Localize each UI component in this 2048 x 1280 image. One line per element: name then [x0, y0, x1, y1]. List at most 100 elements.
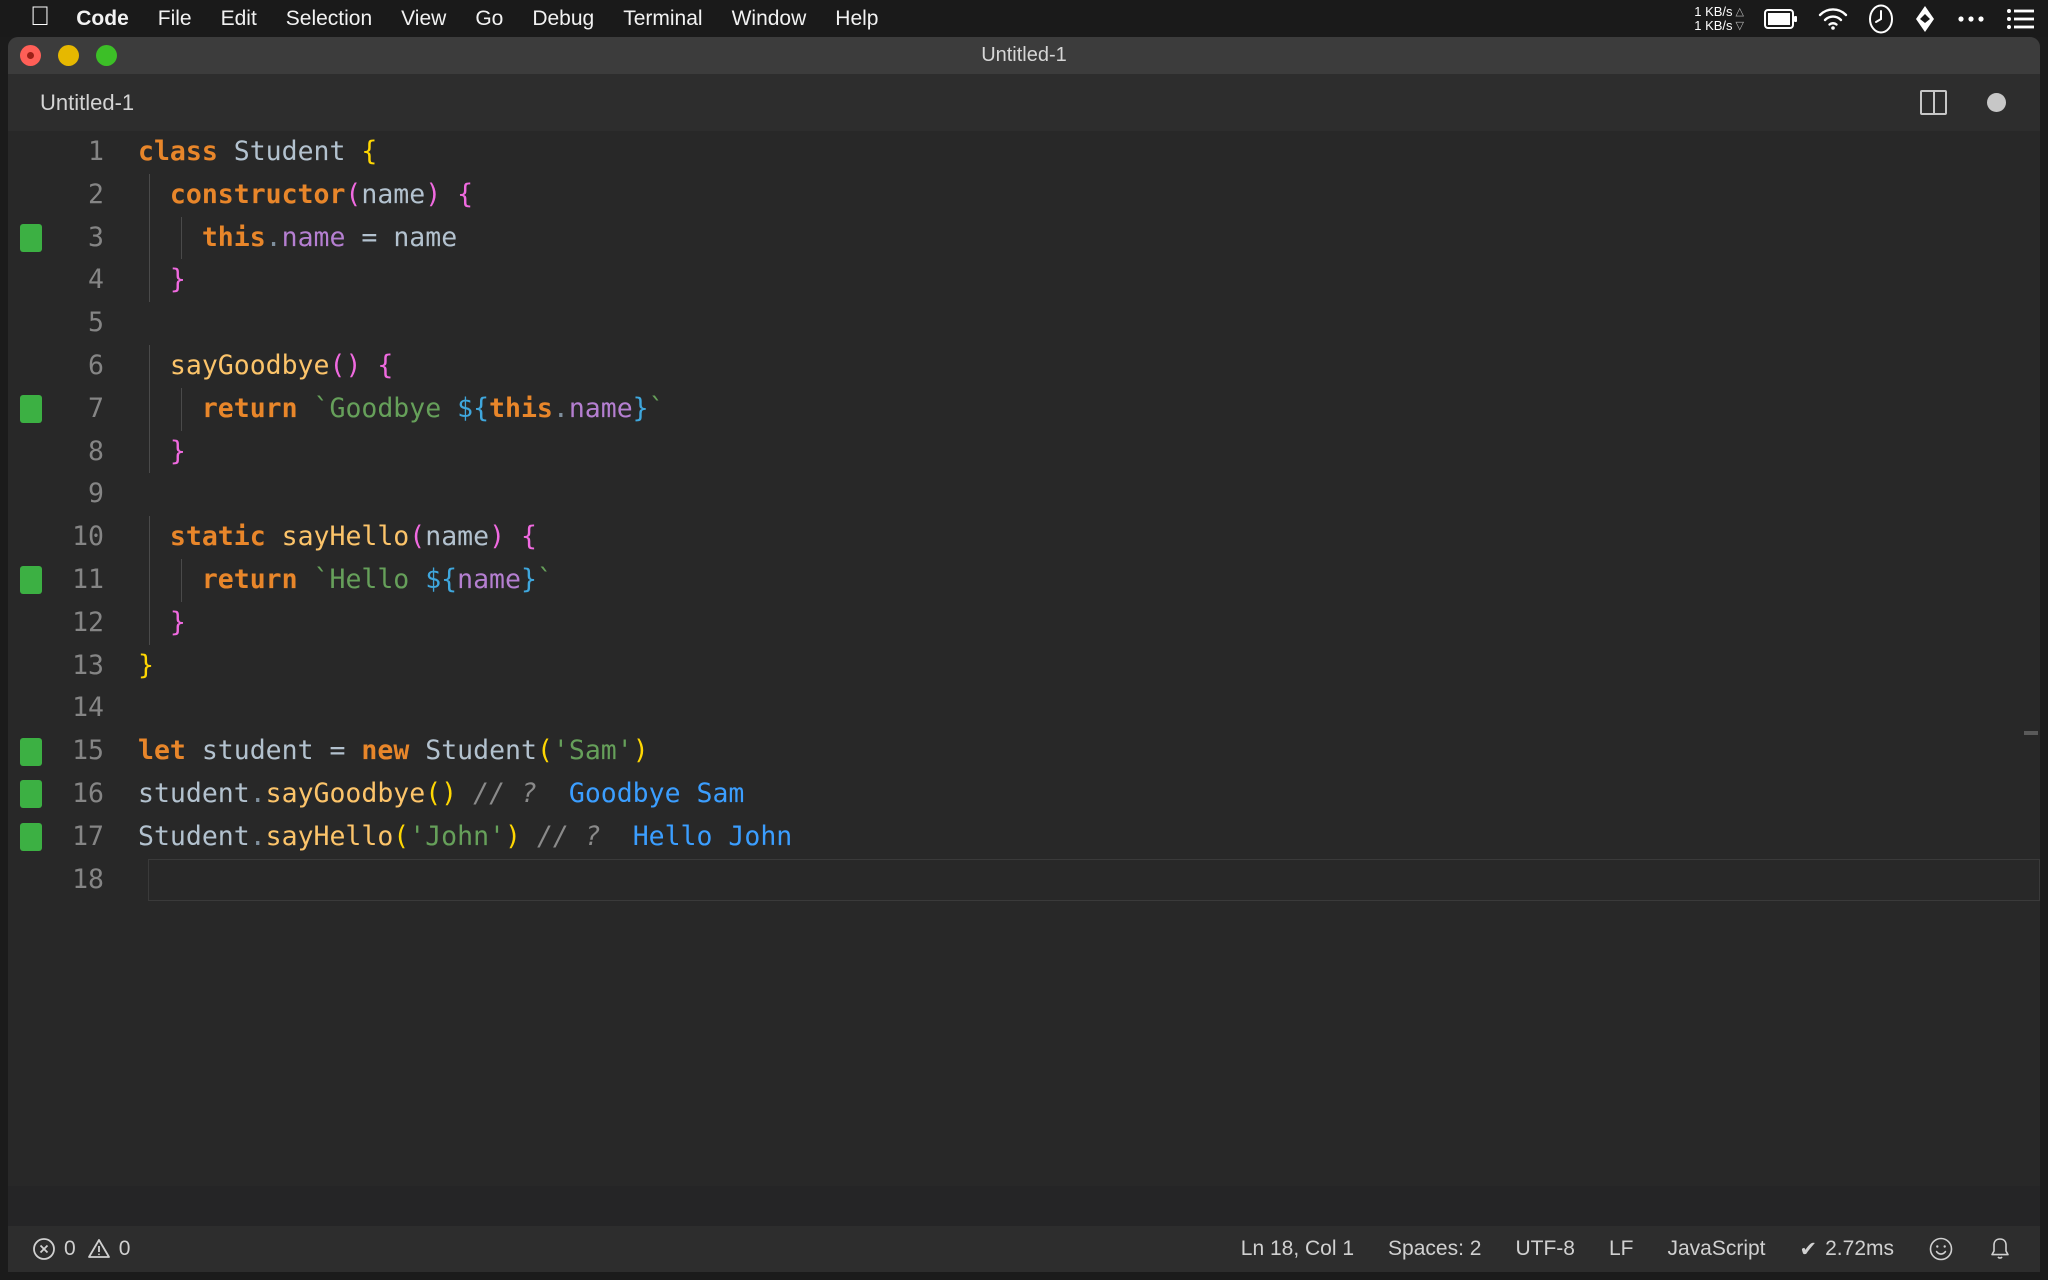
code-token: {: [457, 178, 474, 210]
code-line[interactable]: 10 static sayHello(name) {: [8, 516, 2040, 559]
status-errors[interactable]: 0: [32, 1237, 76, 1261]
menu-item-terminal[interactable]: Terminal: [623, 7, 702, 31]
smiley-icon[interactable]: [1928, 1236, 1954, 1262]
code-line[interactable]: 16 student.sayGoodbye() // ? Goodbye Sam: [8, 773, 2040, 816]
git-change-marker[interactable]: [20, 223, 42, 252]
line-number: 12: [72, 606, 104, 638]
code-line[interactable]: 2 constructor(name) {: [8, 173, 2040, 217]
menu-item-view[interactable]: View: [401, 7, 446, 31]
code-token: sayGoodbye: [265, 777, 426, 809]
code-line[interactable]: 7 return `Goodbye ${this.name}`: [8, 387, 2040, 431]
menu-item-code[interactable]: Code: [76, 7, 129, 31]
status-eol[interactable]: LF: [1609, 1237, 1634, 1261]
git-change-marker[interactable]: [20, 395, 42, 424]
status-warnings[interactable]: 0: [87, 1237, 130, 1261]
menu-item-help[interactable]: Help: [835, 7, 878, 31]
git-change-marker[interactable]: [20, 823, 42, 852]
bell-icon[interactable]: [1988, 1236, 2012, 1262]
status-encoding[interactable]: UTF-8: [1515, 1237, 1575, 1261]
menu-item-edit[interactable]: Edit: [221, 7, 257, 31]
git-change-marker[interactable]: [20, 780, 42, 809]
split-editor-icon[interactable]: [1920, 90, 1947, 115]
line-number: 5: [88, 307, 104, 339]
code-token: .: [249, 777, 266, 809]
scrollbar-overview-mark[interactable]: [2024, 731, 2038, 735]
menu-item-file[interactable]: File: [158, 7, 192, 31]
code-line[interactable]: 9: [8, 473, 2040, 516]
status-indentation[interactable]: Spaces: 2: [1388, 1237, 1481, 1261]
macos-menu-bar:  Code File Edit Selection View Go Debug Termin…: [0, 0, 2048, 37]
code-token: }: [520, 563, 537, 595]
git-change-marker[interactable]: [20, 737, 42, 766]
code-line[interactable]: 18: [8, 858, 2040, 902]
apple-logo-icon[interactable]: : [30, 3, 50, 30]
code-token: }: [138, 649, 154, 681]
indent-guide: [149, 344, 150, 388]
code-token: (: [393, 820, 410, 852]
code-line[interactable]: 14: [8, 687, 2040, 730]
code-token: ): [441, 777, 458, 809]
menu-item-selection[interactable]: Selection: [286, 7, 372, 31]
network-speed-indicator[interactable]: 1 KB/s △ 1 KB/s ▽: [1694, 4, 1744, 33]
clock-icon[interactable]: [1868, 4, 1894, 34]
code-line[interactable]: 4 }: [8, 259, 2040, 303]
code-line[interactable]: 17 Student.sayHello('John') // ? Hello Jo…: [8, 816, 2040, 859]
status-runtime[interactable]: ✔ 2.72ms: [1800, 1237, 1894, 1262]
code-editor[interactable]: 1 class Student {2 constructor(name) {3 t…: [8, 131, 2040, 1186]
code-line[interactable]: 12 }: [8, 601, 2040, 645]
line-number: 9: [88, 478, 104, 510]
tab-untitled-1[interactable]: Untitled-1: [8, 74, 163, 131]
code-token: ${: [457, 392, 490, 424]
indent-guide: [149, 173, 150, 217]
battery-icon[interactable]: [1764, 8, 1798, 29]
code-line[interactable]: 15 let student = new Student('Sam'): [8, 730, 2040, 773]
code-token: }: [169, 264, 186, 296]
code-token: let: [138, 735, 186, 767]
list-icon[interactable]: [2006, 8, 2034, 30]
close-button[interactable]: [20, 45, 41, 66]
control-center-icon[interactable]: [1956, 14, 1986, 24]
status-cursor-position[interactable]: Ln 18, Col 1: [1241, 1237, 1354, 1261]
code-token: ): [632, 735, 649, 767]
menu-item-window[interactable]: Window: [732, 7, 807, 31]
code-line[interactable]: 8 }: [8, 430, 2040, 474]
code-line[interactable]: 5: [8, 302, 2040, 345]
menu-item-debug[interactable]: Debug: [532, 7, 594, 31]
code-line[interactable]: 1 class Student {: [8, 131, 2040, 174]
dropbox-icon[interactable]: [1914, 5, 1936, 33]
zoom-button[interactable]: [96, 45, 117, 66]
git-change-marker[interactable]: [20, 566, 42, 595]
code-token: sayHello: [281, 521, 410, 553]
wifi-icon[interactable]: [1818, 7, 1848, 30]
code-line[interactable]: 3 this.name = name: [8, 216, 2040, 260]
code-content[interactable]: 1 class Student {2 constructor(name) {3 t…: [8, 131, 2040, 1186]
current-line-highlight: [148, 858, 2040, 902]
status-language-mode[interactable]: JavaScript: [1667, 1237, 1765, 1261]
code-token: =: [313, 735, 362, 767]
minimize-button[interactable]: [58, 45, 79, 66]
code-token: class: [138, 136, 218, 167]
code-token: name: [568, 392, 633, 424]
code-line[interactable]: 11 return `Hello ${name}`: [8, 558, 2040, 602]
unsaved-changes-dot[interactable]: [1987, 93, 2006, 112]
code-line[interactable]: 13}: [8, 645, 2040, 688]
code-token: (: [409, 521, 426, 553]
menu-item-go[interactable]: Go: [475, 7, 503, 31]
code-line[interactable]: 6 sayGoodbye() {: [8, 344, 2040, 388]
code-token: return: [201, 392, 298, 424]
code-line-text: return `Goodbye ${this.name}`: [138, 388, 665, 431]
code-token: `: [536, 563, 553, 595]
window-controls: [20, 37, 117, 74]
code-token: 'John': [409, 820, 505, 852]
